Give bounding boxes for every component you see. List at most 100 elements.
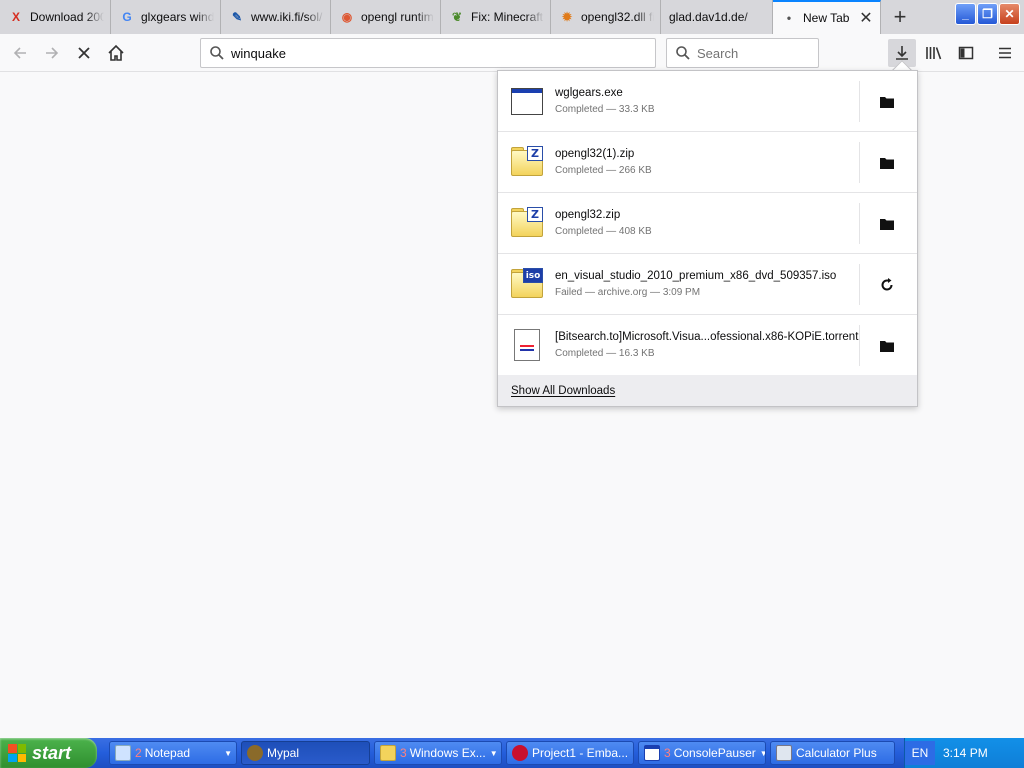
calculator-icon [776,745,792,761]
tab-download-200[interactable]: X Download 200 [0,0,111,34]
window-count: 3 [400,746,407,760]
hamburger-menu-icon [999,47,1011,59]
show-all-downloads-button[interactable]: Show All Downloads [498,375,917,406]
start-button[interactable]: start [0,738,97,768]
library-button[interactable] [920,39,948,67]
download-item[interactable]: Z opengl32.zip Completed — 408 KB [498,193,917,254]
download-item[interactable]: iso en_visual_studio_2010_premium_x86_dv… [498,254,917,315]
taskbar-item-label: Calculator Plus [796,746,877,760]
embarcadero-icon [512,745,528,761]
menu-button[interactable] [991,39,1019,67]
language-indicator[interactable]: EN [905,741,935,765]
dropdown-arrow-icon: ▼ [224,748,232,758]
google-icon: G [122,10,132,24]
sidebar-icon [958,46,974,60]
downloads-panel: wglgears.exe Completed — 33.3 KB Z openg… [497,70,918,407]
taskbar-item-mypal[interactable]: Mypal [241,741,370,765]
tab-title: Fix: Minecraft [471,10,544,24]
zip-file-icon: Z [511,207,543,239]
dot-icon: • [786,11,792,25]
taskbar-item-label: Notepad [144,746,191,760]
exe-file-icon [511,85,543,117]
download-filename: opengl32.zip [555,209,621,221]
forward-button[interactable] [38,39,66,67]
download-status: Completed — 33.3 KB [555,104,655,115]
home-icon [108,44,124,61]
tab-title: glad.dav1d.de/ [669,10,748,24]
windows-logo-icon [8,744,26,762]
open-folder-button[interactable] [873,213,901,235]
window-count: 3 [664,746,671,760]
taskbar-item-label: Project1 - Emba... [532,746,629,760]
download-item[interactable]: wglgears.exe Completed — 33.3 KB [498,71,917,132]
zip-badge: Z [527,207,543,222]
sidebar-button[interactable] [952,39,980,67]
tab-new-tab[interactable]: • New Tab ✕ [773,0,881,34]
forward-arrow-icon [46,47,59,59]
tab-glxgears[interactable]: G glxgears windo [111,0,221,34]
duckduckgo-icon: ◉ [341,10,353,24]
open-folder-button[interactable] [873,91,901,113]
download-item[interactable]: Z opengl32(1).zip Completed — 266 KB [498,132,917,193]
taskbar-item-notepad[interactable]: 2 Notepad ▼ [109,741,237,765]
restore-button[interactable]: ❐ [977,3,998,25]
gear-icon: ✹ [561,10,573,24]
tab-title: www.iki.fi/sol/ [251,10,323,24]
home-button[interactable] [102,39,130,67]
x-logo-icon: X [11,10,20,24]
search-placeholder: Search [697,45,739,61]
url-text[interactable]: winquake [231,46,286,61]
taskbar-item-consolepauser[interactable]: 3 ConsolePauser ▼ [638,741,766,765]
iso-file-icon: iso [511,268,543,300]
console-icon [644,745,660,761]
download-filename: opengl32(1).zip [555,148,635,160]
tab-iki-fi[interactable]: ✎ www.iki.fi/sol/ [221,0,331,34]
new-tab-button[interactable]: + [885,0,915,34]
show-all-downloads-label: Show All Downloads [511,384,616,397]
taskbar-item-label: ConsolePauser [673,746,756,760]
tab-glad[interactable]: glad.dav1d.de/ [661,0,773,34]
window-count: 2 [135,746,142,760]
back-button[interactable] [6,39,34,67]
start-label: start [32,742,72,763]
stop-x-icon [78,47,90,59]
download-arrow-icon [896,46,908,60]
feather-icon: ✎ [231,10,243,24]
search-icon [676,46,690,60]
taskbar-item-label: Mypal [267,746,300,760]
minimize-button[interactable]: _ [955,3,976,25]
taskbar-item-project1[interactable]: Project1 - Emba... [506,741,634,765]
search-icon [210,46,224,60]
tab-title: opengl runtime [361,10,434,24]
retry-button[interactable] [873,274,901,296]
tab-title: New Tab [803,11,850,25]
zip-badge: Z [527,146,543,161]
tab-title: glxgears windo [141,10,214,24]
open-folder-button[interactable] [873,335,901,357]
open-folder-icon [880,97,894,108]
clock[interactable]: 3:14 PM [943,746,988,760]
search-input[interactable]: Search [666,38,819,68]
window-controls: _ ❐ ✕ [955,3,1020,25]
iso-badge: iso [523,268,543,283]
close-tab-icon[interactable]: ✕ [858,10,874,27]
tab-opengl32-dll[interactable]: ✹ opengl32.dll fi [551,0,661,34]
download-status: Completed — 266 KB [555,165,652,176]
download-item[interactable]: [Bitsearch.to]Microsoft.Visua...ofession… [498,315,917,376]
divider [859,203,860,244]
stop-button[interactable] [70,39,98,67]
open-folder-button[interactable] [873,152,901,174]
url-bar[interactable]: winquake [200,38,656,68]
back-arrow-icon [13,47,26,59]
taskbar: start 2 Notepad ▼ Mypal 3 Windows Ex... … [0,738,1024,768]
close-window-button[interactable]: ✕ [999,3,1020,25]
taskbar-item-calculator-plus[interactable]: Calculator Plus [770,741,895,765]
tab-fix-minecraft[interactable]: ❦ Fix: Minecraft [441,0,551,34]
open-folder-icon [880,158,894,169]
divider [859,142,860,183]
download-status: Completed — 408 KB [555,226,652,237]
divider [859,325,860,366]
zip-file-icon: Z [511,146,543,178]
taskbar-item-windows-explorer[interactable]: 3 Windows Ex... ▼ [374,741,502,765]
tab-opengl-runtime[interactable]: ◉ opengl runtime [331,0,441,34]
